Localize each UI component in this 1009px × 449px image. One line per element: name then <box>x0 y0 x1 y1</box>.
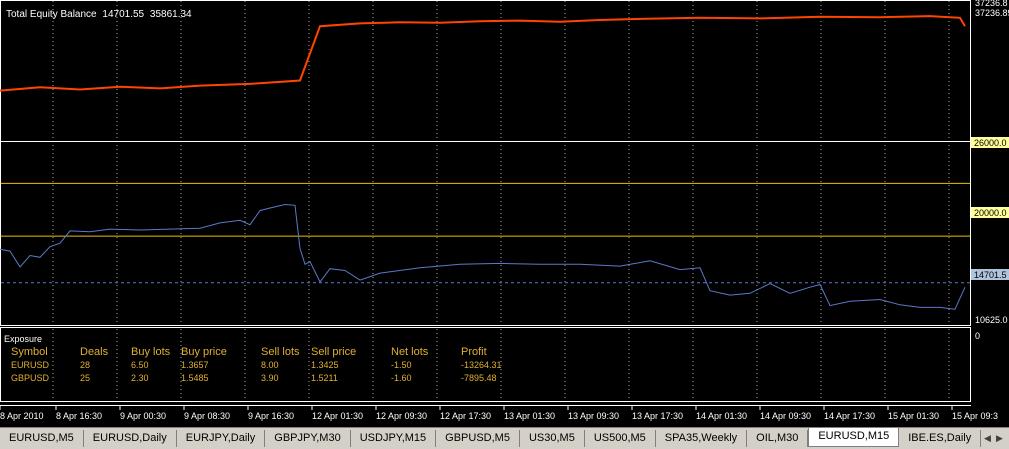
level-lines <box>1 182 970 284</box>
exposure-header-cell: Profit <box>461 346 487 358</box>
chart-tab-bar: EURUSD,M5 EURUSD,Daily EURJPY,Daily GBPJPY,… <box>0 427 1009 449</box>
chart-tab[interactable]: SPA35,Weekly <box>656 430 748 447</box>
chart-tab[interactable]: US30,M5 <box>520 430 585 447</box>
y-tick-label: 37236.8 <box>975 0 1008 8</box>
x-tick-label: 13 Apr 01:30 <box>504 411 555 421</box>
exposure-title: Exposure <box>4 334 42 344</box>
y-tick-label: 26000.0 <box>974 138 1007 148</box>
exposure-header-cell: Symbol <box>11 346 48 358</box>
exposure-cell: 28 <box>80 360 90 370</box>
chart-canvas[interactable]: Total Equity Balance 14701.55 35861.34 3… <box>0 0 1009 427</box>
exposure-cell: 8.00 <box>261 360 279 370</box>
exposure-cell: 1.3657 <box>181 360 209 370</box>
exposure-cell: -1.50 <box>391 360 412 370</box>
exposure-table: Exposure Symbol Deals Buy lots Buy price Sel… <box>4 334 502 383</box>
exposure-cell: 2.30 <box>131 373 149 383</box>
x-tick-label: 8 Apr 2010 <box>0 411 44 421</box>
equity-panel-border <box>0 141 971 326</box>
chart-tabs: EURUSD,M5 EURUSD,Daily EURJPY,Daily GBPJPY,… <box>0 428 982 448</box>
exposure-cell: -7895.48 <box>461 373 497 383</box>
tab-scroll-left-icon[interactable]: ◀ <box>984 433 991 444</box>
exposure-cell: EURUSD <box>11 360 50 370</box>
price-scale[interactable]: 37236.8 37236.89 26000.0 20000.0 14701.5… <box>971 0 1009 341</box>
exposure-header-cell: Net lots <box>391 346 429 358</box>
y-tick-label: 37236.89 <box>975 8 1009 18</box>
exposure-header-cell: Buy price <box>181 346 227 358</box>
x-tick-label: 9 Apr 08:30 <box>184 411 230 421</box>
y-tick-label: 14701.5 <box>974 270 1007 280</box>
vertical-grid <box>52 1 950 401</box>
y-tick-label: 10625.0 <box>975 315 1008 325</box>
exposure-header-cell: Buy lots <box>131 346 171 358</box>
x-tick-label: 8 Apr 16:30 <box>56 411 102 421</box>
x-tick-label: 9 Apr 16:30 <box>248 411 294 421</box>
x-tick-label: 15 Apr 01:30 <box>888 411 939 421</box>
series-layer <box>0 15 966 310</box>
chart-tab[interactable]: GBPJPY,M30 <box>265 430 351 447</box>
panel-borders <box>0 0 971 406</box>
chart-tab[interactable]: IBE.ES,Daily <box>899 430 982 447</box>
x-tick-label: 14 Apr 09:30 <box>760 411 811 421</box>
exposure-cell: GBPUSD <box>11 373 50 383</box>
chart-tab[interactable]: EURUSD,Daily <box>84 430 177 447</box>
exposure-cell: 25 <box>80 373 90 383</box>
exposure-rows: EURUSD 28 6.50 1.3657 8.00 1.3425 -1.50 -13264.… <box>11 360 502 383</box>
x-tick-label: 13 Apr 09:30 <box>568 411 619 421</box>
x-tick-label: 12 Apr 09:30 <box>376 411 427 421</box>
exposure-cell: -1.60 <box>391 373 412 383</box>
chart-tab[interactable]: OIL,M30 <box>747 430 809 447</box>
series-balance-line <box>0 15 966 92</box>
exposure-cell: 6.50 <box>131 360 149 370</box>
x-tick-label: 9 Apr 00:30 <box>120 411 166 421</box>
exposure-header-cell: Sell price <box>311 346 356 358</box>
y-tick-label: 20000.0 <box>974 208 1007 218</box>
x-tick-label: 12 Apr 01:30 <box>312 411 363 421</box>
tab-scroll-right-icon[interactable]: ▶ <box>996 433 1003 444</box>
indicator-legend: Total Equity Balance 14701.55 35861.34 <box>6 9 192 20</box>
time-axis[interactable]: 8 Apr 2010 8 Apr 16:30 9 Apr 00:30 9 Apr 08… <box>0 405 998 421</box>
x-tick-label: 14 Apr 17:30 <box>824 411 875 421</box>
x-tick-label: 13 Apr 17:30 <box>632 411 683 421</box>
chart-tab[interactable]: EURUSD,M5 <box>0 430 84 447</box>
exposure-cell: 3.90 <box>261 373 279 383</box>
series-equity-line <box>0 203 966 310</box>
exposure-cell: -13264.31 <box>461 360 502 370</box>
chart-tab[interactable]: GBPUSD,M5 <box>436 430 520 447</box>
exposure-header-cell: Deals <box>80 346 109 358</box>
chart-tab[interactable]: EURUSD,M15 <box>808 428 900 447</box>
chart-tab[interactable]: EURJPY,Daily <box>177 430 266 447</box>
exposure-cell: 1.3425 <box>311 360 339 370</box>
x-tick-label: 12 Apr 17:30 <box>440 411 491 421</box>
x-tick-label: 14 Apr 01:30 <box>696 411 747 421</box>
chart-tab[interactable]: US500,M5 <box>585 430 656 447</box>
exposure-cell: 1.5485 <box>181 373 209 383</box>
y-tick-label: 0 <box>975 331 980 341</box>
exposure-header-row: Symbol Deals Buy lots Buy price Sell lots Sel… <box>11 346 487 358</box>
exposure-header-cell: Sell lots <box>261 346 300 358</box>
exposure-cell: 1.5211 <box>311 373 338 383</box>
x-tick-label: 15 Apr 09:3 <box>952 411 998 421</box>
chart-tab[interactable]: USDJPY,M15 <box>351 430 437 447</box>
terminal-chart-window[interactable]: Total Equity Balance 14701.55 35861.34 3… <box>0 0 1009 449</box>
